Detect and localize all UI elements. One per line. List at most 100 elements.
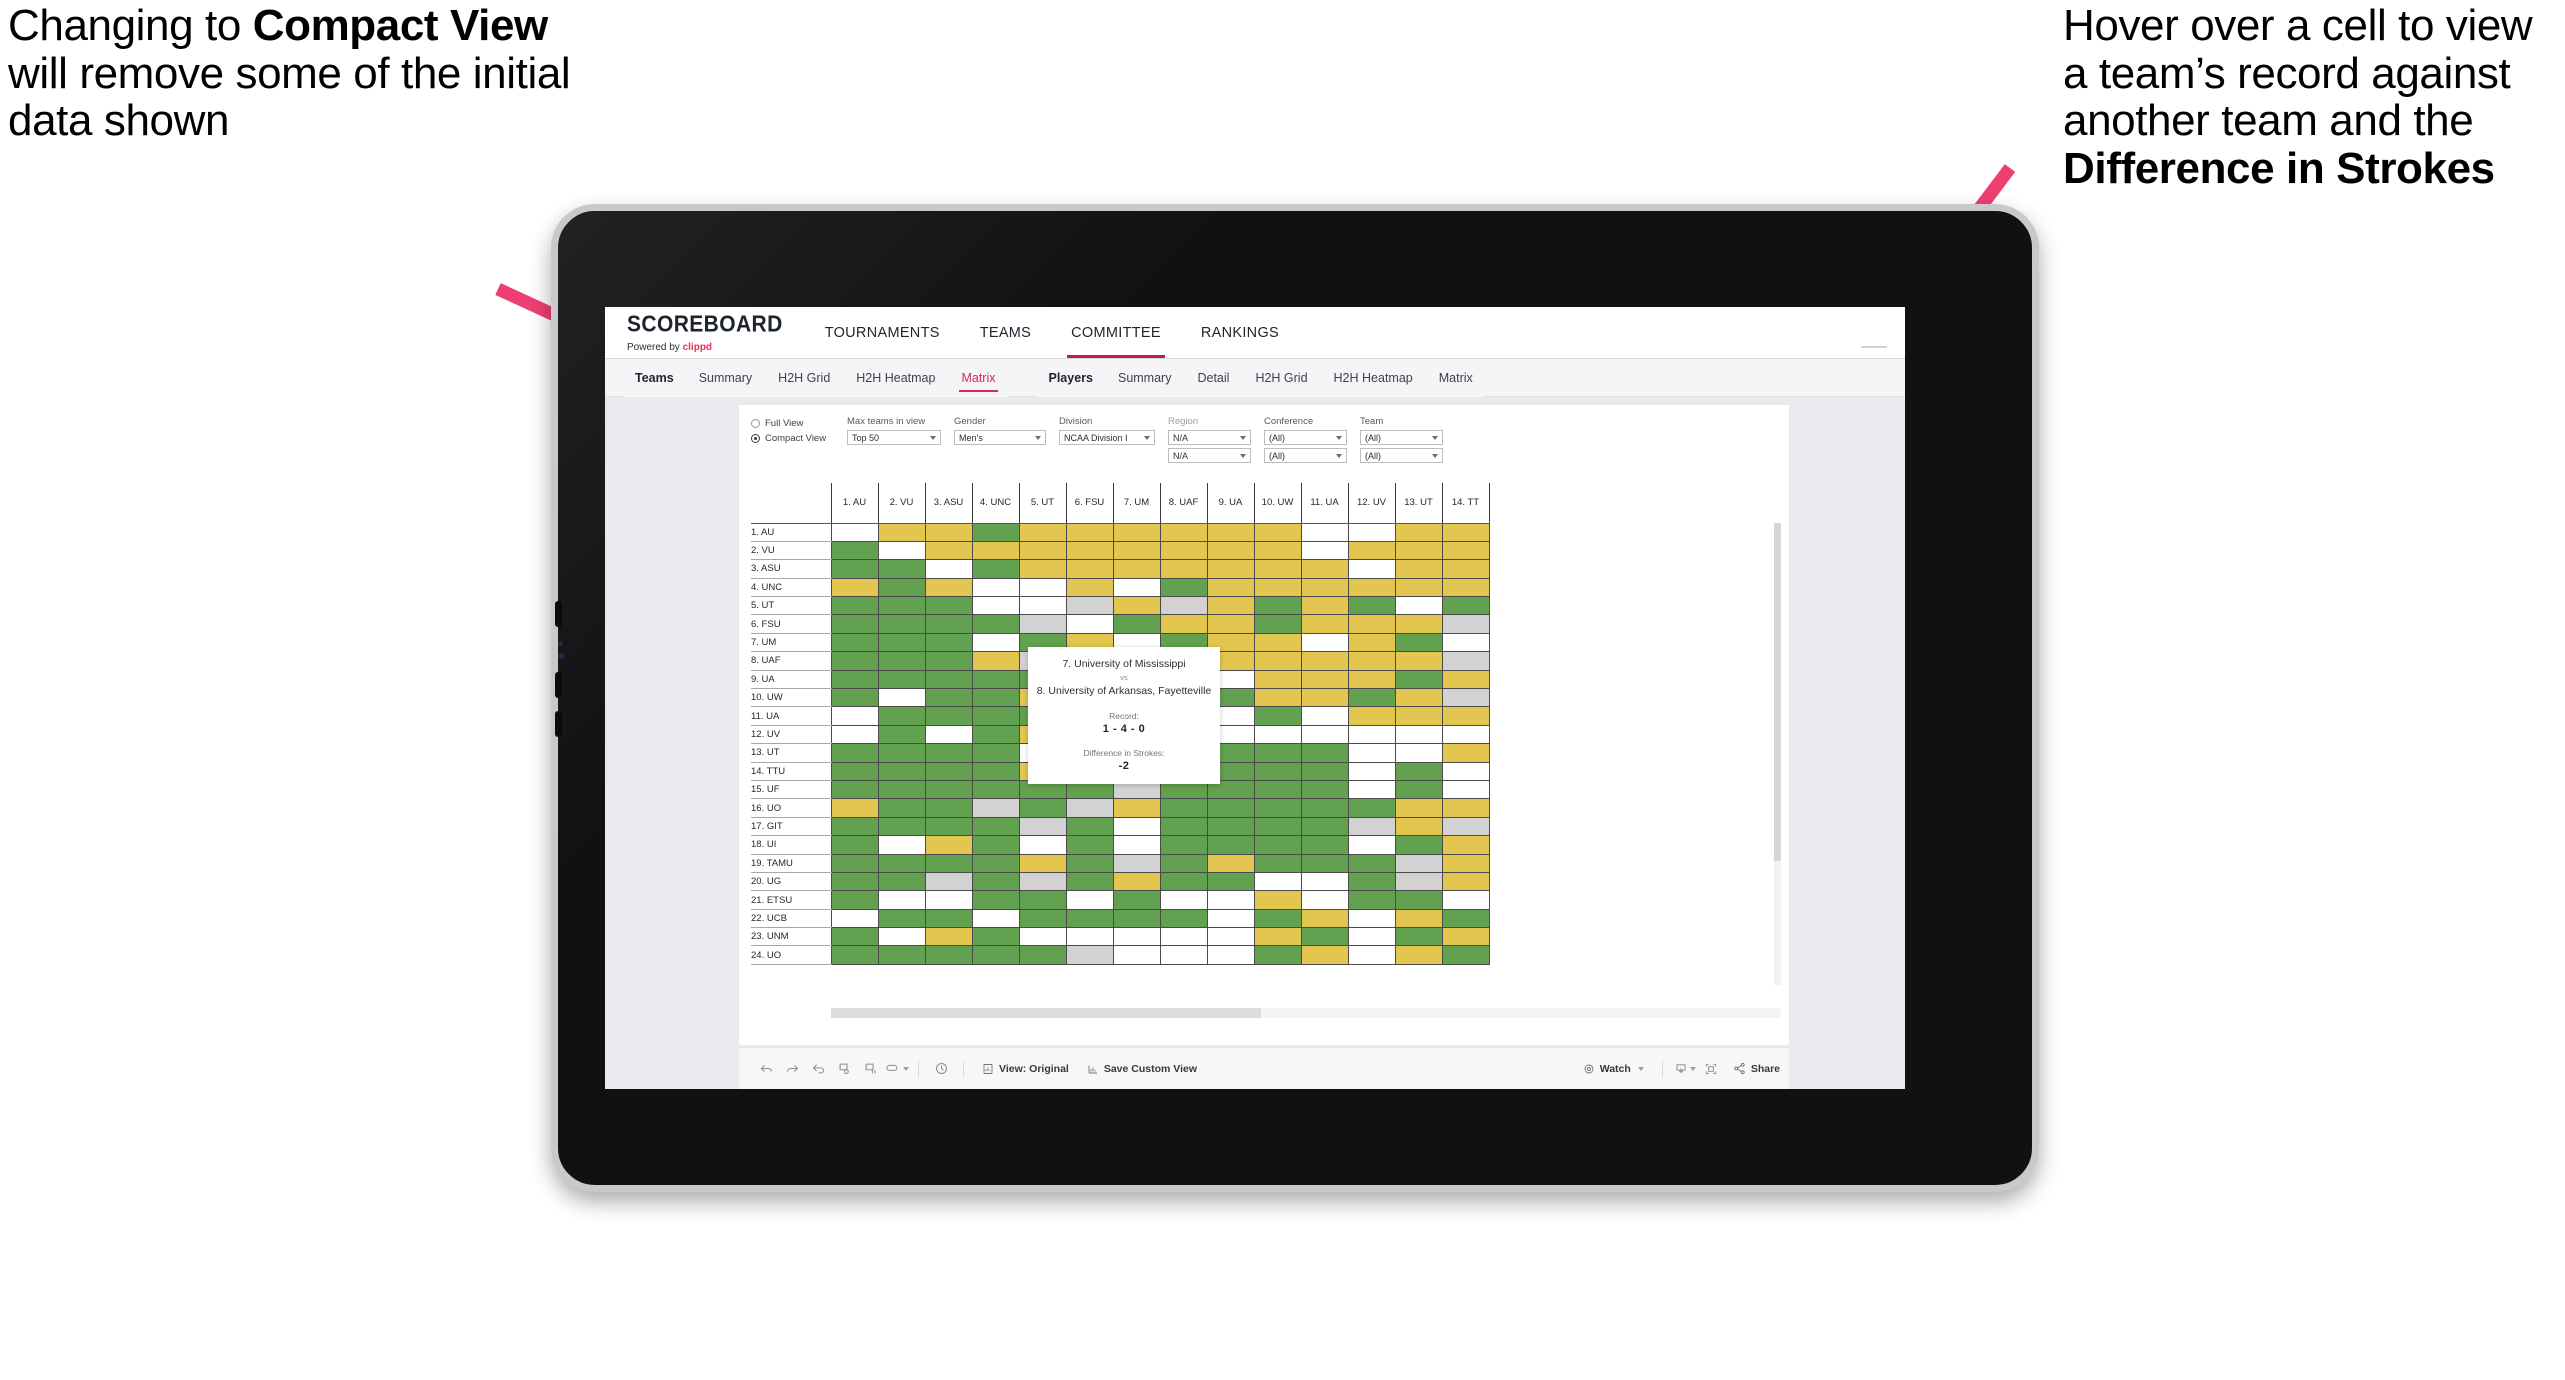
tab-teams-matrix[interactable]: Matrix (948, 359, 1008, 397)
matrix-cell[interactable] (830, 577, 879, 598)
matrix-cell[interactable] (1441, 651, 1490, 671)
matrix-cell[interactable] (1065, 798, 1114, 818)
matrix-cell[interactable] (1159, 816, 1208, 837)
matrix-cell[interactable] (1300, 632, 1349, 653)
matrix-cell[interactable] (924, 853, 973, 873)
matrix-cell[interactable] (1112, 540, 1161, 561)
matrix-cell[interactable] (971, 743, 1020, 763)
matrix-cell[interactable] (830, 522, 879, 542)
matrix-cell[interactable] (924, 596, 973, 616)
matrix-cell[interactable] (971, 927, 1020, 947)
matrix-vertical-scrollbar[interactable] (1774, 523, 1781, 985)
matrix-cell[interactable] (1206, 816, 1255, 837)
watch-button[interactable]: Watch (1574, 1063, 1653, 1075)
matrix-cell[interactable] (1347, 669, 1396, 690)
matrix-cell[interactable] (924, 816, 973, 837)
matrix-cell[interactable] (877, 908, 926, 929)
matrix-cell[interactable] (1206, 522, 1255, 542)
matrix-cell[interactable] (1347, 743, 1396, 763)
matrix-cell[interactable] (1159, 945, 1208, 965)
tablet-side-button-mid[interactable] (555, 672, 562, 698)
matrix-cell[interactable] (1394, 724, 1443, 745)
matrix-cell[interactable] (1206, 871, 1255, 892)
matrix-cell[interactable] (1159, 596, 1208, 616)
matrix-cell[interactable] (830, 559, 879, 579)
matrix-cell[interactable] (924, 835, 973, 855)
matrix-cell[interactable] (1159, 798, 1208, 818)
matrix-cell[interactable] (830, 596, 879, 616)
matrix-cell[interactable] (924, 540, 973, 561)
matrix-cell[interactable] (1018, 577, 1067, 598)
matrix-cell[interactable] (877, 596, 926, 616)
matrix-cell[interactable] (1206, 890, 1255, 910)
matrix-cell[interactable] (1065, 853, 1114, 873)
matrix-cell[interactable] (1206, 945, 1255, 965)
matrix-cell[interactable] (1300, 669, 1349, 690)
filter-max-teams-select[interactable]: Top 50 (847, 430, 941, 445)
matrix-cell[interactable] (1065, 596, 1114, 616)
matrix-cell[interactable] (1253, 669, 1302, 690)
matrix-cell[interactable] (1347, 890, 1396, 910)
matrix-cell[interactable] (971, 761, 1020, 781)
matrix-cell[interactable] (830, 669, 879, 690)
matrix-cell[interactable] (1347, 688, 1396, 708)
matrix-cell[interactable] (924, 798, 973, 818)
matrix-cell[interactable] (1253, 890, 1302, 910)
matrix-cell[interactable] (1394, 779, 1443, 800)
matrix-cell[interactable] (1018, 927, 1067, 947)
matrix-cell[interactable] (1159, 577, 1208, 598)
matrix-cell[interactable] (830, 908, 879, 929)
matrix-cell[interactable] (1441, 724, 1490, 745)
matrix-cell[interactable] (971, 724, 1020, 745)
matrix-cell[interactable] (1394, 540, 1443, 561)
share-button[interactable]: Share (1724, 1062, 1789, 1075)
matrix-cell[interactable] (1018, 853, 1067, 873)
matrix-cell[interactable] (1394, 816, 1443, 837)
matrix-cell[interactable] (971, 540, 1020, 561)
undo-icon[interactable] (753, 1056, 779, 1082)
matrix-cell[interactable] (1206, 798, 1255, 818)
matrix-cell[interactable] (877, 577, 926, 598)
matrix-cell[interactable] (971, 890, 1020, 910)
matrix-cell[interactable] (1441, 614, 1490, 634)
matrix-cell[interactable] (877, 816, 926, 837)
matrix-cell[interactable] (1112, 816, 1161, 837)
matrix-cell[interactable] (1394, 945, 1443, 965)
matrix-cell[interactable] (1253, 596, 1302, 616)
matrix-cell[interactable] (877, 559, 926, 579)
matrix-cell[interactable] (1394, 871, 1443, 892)
filter-conference-select-2[interactable]: (All) (1264, 448, 1347, 463)
matrix-cell[interactable] (1300, 596, 1349, 616)
matrix-cell[interactable] (1112, 908, 1161, 929)
matrix-cell[interactable] (1206, 596, 1255, 616)
matrix-cell[interactable] (1253, 706, 1302, 726)
matrix-cell[interactable] (1441, 835, 1490, 855)
matrix-cell[interactable] (877, 798, 926, 818)
matrix-cell[interactable] (877, 724, 926, 745)
matrix-cell[interactable] (1300, 816, 1349, 837)
matrix-cell[interactable] (1394, 908, 1443, 929)
matrix-cell[interactable] (971, 816, 1020, 837)
matrix-cell[interactable] (1441, 522, 1490, 542)
matrix-cell[interactable] (1347, 651, 1396, 671)
matrix-cell[interactable] (1112, 927, 1161, 947)
matrix-cell[interactable] (1018, 614, 1067, 634)
matrix-cell[interactable] (1347, 540, 1396, 561)
matrix-cell[interactable] (1347, 522, 1396, 542)
matrix-cell[interactable] (1206, 835, 1255, 855)
matrix-cell[interactable] (1065, 577, 1114, 598)
matrix-cell[interactable] (1065, 908, 1114, 929)
matrix-cell[interactable] (1018, 890, 1067, 910)
matrix-cell[interactable] (1394, 559, 1443, 579)
matrix-cell[interactable] (924, 651, 973, 671)
matrix-cell[interactable] (1300, 688, 1349, 708)
matrix-cell[interactable] (1112, 559, 1161, 579)
matrix-cell[interactable] (1253, 614, 1302, 634)
matrix-cell[interactable] (1206, 853, 1255, 873)
matrix-cell[interactable] (971, 651, 1020, 671)
matrix-cell[interactable] (1347, 614, 1396, 634)
matrix-cell[interactable] (1394, 688, 1443, 708)
nav-item-teams[interactable]: TEAMS (960, 307, 1051, 358)
matrix-cell[interactable] (1441, 577, 1490, 598)
matrix-cell[interactable] (877, 945, 926, 965)
